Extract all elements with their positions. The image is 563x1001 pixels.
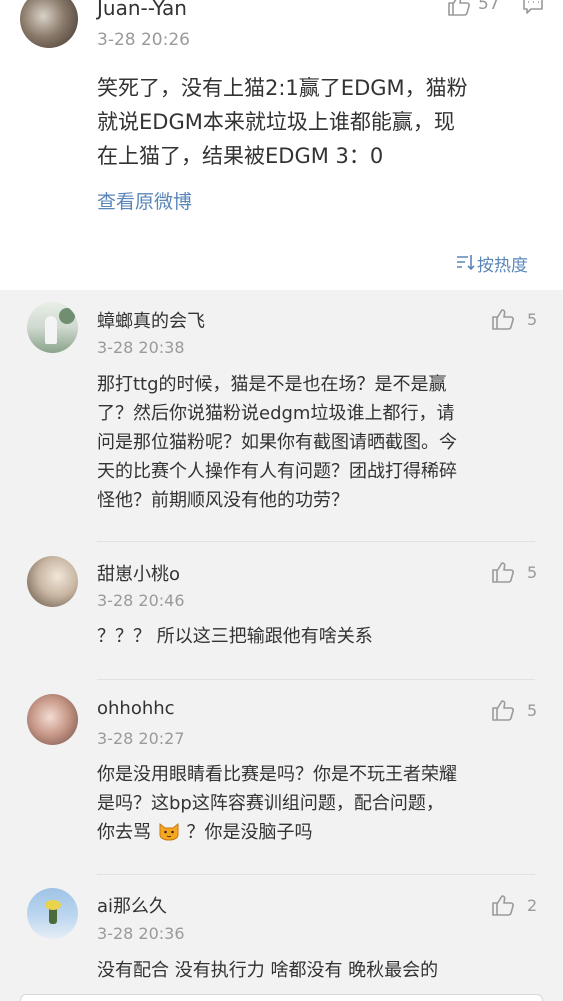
main-post-card: Juan--Yan 3-28 20:26 57 笑死了，没有上猫2:1赢了EDG… xyxy=(0,0,563,290)
comment-text-line: 了？然后你说猫粉说edgm垃圾谁上都行，请 xyxy=(97,403,455,424)
commenter-avatar[interactable] xyxy=(27,888,78,939)
commenter-avatar[interactable] xyxy=(27,556,78,607)
thumbs-up-icon[interactable] xyxy=(491,561,515,583)
view-original-link[interactable]: 查看原微博 xyxy=(97,187,192,214)
comment-like-count: 5 xyxy=(527,701,538,720)
comment-text-line: 你是没用眼睛看比赛是吗？你是不玩王者荣耀 xyxy=(97,764,457,785)
comment-text-line: 问是那位猫粉呢？如果你有截图请晒截图。今 xyxy=(97,432,457,453)
sort-icon[interactable] xyxy=(455,253,475,271)
comment-time: 3-28 20:46 xyxy=(97,591,185,610)
comment-author[interactable]: 甜崽小桃o xyxy=(97,560,180,586)
comment-time: 3-28 20:38 xyxy=(97,338,185,357)
comment-time: 3-28 20:36 xyxy=(97,924,185,943)
comment-text-line: 天的比赛个人操作有人有问题？团战打得稀碎 xyxy=(97,461,457,482)
comment-like-count: 5 xyxy=(527,563,538,582)
comment-divider xyxy=(97,874,535,875)
thumbs-up-icon[interactable] xyxy=(491,699,515,721)
thumbs-up-icon[interactable] xyxy=(447,0,471,16)
comment-text-line: 怪他？前期顺风没有他的功劳？ xyxy=(97,490,349,511)
thumbs-up-icon[interactable] xyxy=(491,894,515,916)
comment-author[interactable]: 蟑螂真的会飞 xyxy=(97,307,205,333)
comment-text-segment: 你去骂 xyxy=(97,822,151,843)
post-like-count: 57 xyxy=(478,0,500,14)
comment-icon[interactable] xyxy=(522,0,544,16)
post-text-line: 在上猫了，结果被EDGM 3：0 xyxy=(97,144,384,168)
comment-text-line: 那打ttg的时候，猫是不是也在场？是不是赢 xyxy=(97,374,447,395)
author-avatar[interactable] xyxy=(20,0,78,48)
comment-divider xyxy=(97,679,535,680)
post-text-line: 笑死了，没有上猫2:1赢了EDGM，猫粉 xyxy=(97,76,468,100)
post-time: 3-28 20:26 xyxy=(97,30,190,50)
comment-text-line: 是吗？这bp这阵容赛训组问题，配合问题， xyxy=(97,793,444,814)
comment-author[interactable]: ohhohhc xyxy=(97,698,175,719)
post-text-line: 就说EDGM本来就垃圾上谁都能赢，现 xyxy=(97,110,455,134)
comment-time: 3-28 20:27 xyxy=(97,729,185,748)
comment-like-count: 2 xyxy=(527,896,538,915)
comment-text-line: 没有配合 没有执行力 啥都没有 晚秋最会的 xyxy=(97,960,439,981)
commenter-avatar[interactable] xyxy=(27,694,78,745)
post-author-name[interactable]: Juan--Yan xyxy=(97,0,187,20)
sort-by-hot[interactable]: 按热度 xyxy=(477,251,528,276)
comment-text-line: ？？？ 所以这三把输跟他有啥关系 xyxy=(97,626,373,647)
comment-divider xyxy=(97,541,535,542)
comment-author[interactable]: ai那么久 xyxy=(97,892,167,918)
comment-text-segment: ？你是没脑子吗 xyxy=(186,822,313,843)
cat-emoji-icon xyxy=(158,821,180,841)
thumbs-up-icon[interactable] xyxy=(491,308,515,330)
comment-text-line: 你去骂 ？你是没脑子吗 xyxy=(97,818,312,847)
commenter-avatar[interactable] xyxy=(27,302,78,353)
comment-like-count: 5 xyxy=(527,310,538,329)
